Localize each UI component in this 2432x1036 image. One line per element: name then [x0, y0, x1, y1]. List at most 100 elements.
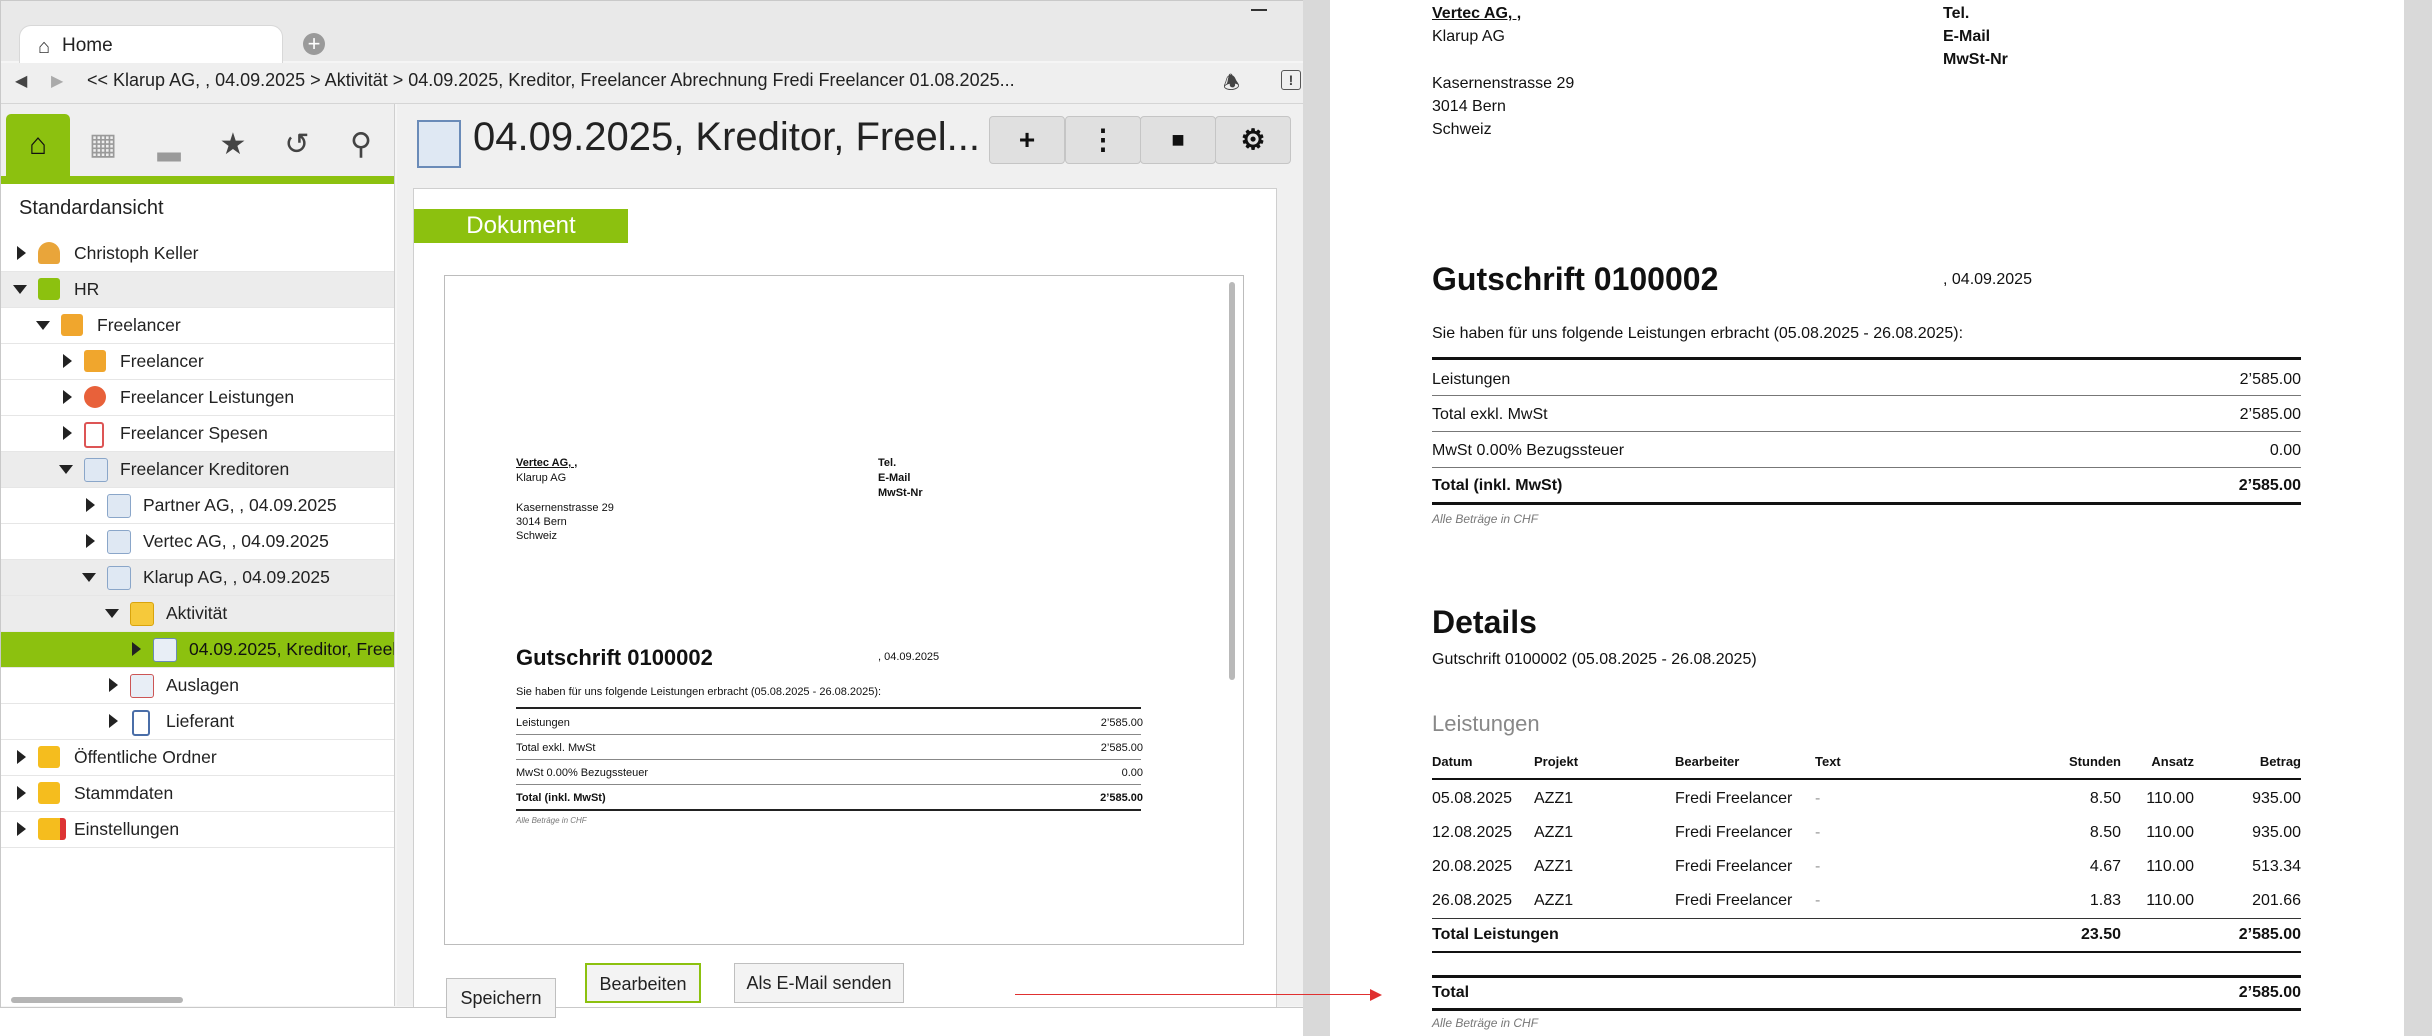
add-tab-icon[interactable]: +: [303, 33, 325, 55]
tree-item-aktivitaet[interactable]: Aktivität: [1, 596, 394, 632]
table-rule: [1432, 918, 2301, 919]
forward-arrow-icon[interactable]: ▶: [51, 71, 63, 91]
add-button[interactable]: +: [989, 116, 1065, 164]
save-button[interactable]: Speichern: [446, 978, 556, 1018]
bell-icon[interactable]: 🕭: [1223, 69, 1240, 101]
more-menu-icon[interactable]: ⋮: [1065, 116, 1141, 164]
collapse-icon[interactable]: [13, 285, 27, 294]
alert-icon[interactable]: !: [1281, 70, 1301, 90]
expand-icon[interactable]: [109, 678, 118, 692]
expand-icon[interactable]: [109, 714, 118, 728]
pv-rule: [516, 784, 1141, 785]
pv-summary-value: 2’585.00: [1100, 792, 1143, 804]
tree-item-hr[interactable]: HR: [1, 272, 394, 308]
tree-item-oeffentliche-ordner[interactable]: Öffentliche Ordner: [1, 740, 394, 776]
table-rule: [1432, 951, 2301, 953]
tree-item-klarup-ag[interactable]: Klarup AG, , 04.09.2025: [1, 560, 394, 596]
cell-rate: 110.00: [2146, 892, 2194, 909]
document-date: , 04.09.2025: [1943, 271, 2032, 288]
expand-icon[interactable]: [132, 642, 141, 656]
right-edge: [2404, 0, 2432, 1036]
collapse-icon[interactable]: [82, 573, 96, 582]
gear-icon[interactable]: ⚙: [1215, 116, 1291, 164]
tree-item-label: Klarup AG, , 04.09.2025: [143, 567, 330, 587]
horizontal-scrollbar[interactable]: [11, 997, 183, 1003]
preview-scrollbar[interactable]: [1229, 282, 1235, 680]
tree-item-stammdaten[interactable]: Stammdaten: [1, 776, 394, 812]
document-preview[interactable]: Vertec AG, , Klarup AG Kasernenstrasse 2…: [444, 275, 1244, 945]
tree-item-freelancer-leistungen[interactable]: Freelancer Leistungen: [1, 380, 394, 416]
cell-project: AZZ1: [1534, 892, 1574, 909]
expand-icon[interactable]: [63, 354, 72, 368]
tree-item-label: 04.09.2025, Kreditor, Freelancer Abrechn…: [189, 639, 394, 659]
tree-item-einstellungen[interactable]: Einstellungen: [1, 812, 394, 848]
cell-text: -: [1815, 858, 1821, 875]
col-project: Projekt: [1534, 754, 1579, 769]
receipt-icon: [84, 422, 104, 448]
expand-icon[interactable]: [86, 498, 95, 512]
tab-home[interactable]: ⌂ Home: [19, 25, 283, 66]
expand-icon[interactable]: [63, 426, 72, 440]
send-email-button[interactable]: Als E-Mail senden: [734, 963, 904, 1003]
expand-icon[interactable]: [17, 786, 26, 800]
cell-text: -: [1815, 892, 1821, 909]
summary-label: MwSt 0.00% Bezugssteuer: [1432, 442, 1625, 459]
collapse-icon[interactable]: [59, 465, 73, 474]
history-icon[interactable]: ↺: [265, 114, 329, 176]
tree-item-label: Auslagen: [166, 675, 239, 695]
cell-date: 12.08.2025: [1432, 824, 1513, 841]
document-heading: Gutschrift 0100002: [1432, 261, 1719, 297]
document-icon: [153, 638, 177, 662]
tree-item-freelancer-group[interactable]: Freelancer: [1, 308, 394, 344]
collapse-icon[interactable]: [36, 321, 50, 330]
tel-label: Tel.: [1943, 5, 1970, 22]
content-area: 04.09.2025, Kreditor, Freel... + ⋮ ■ ⚙ D…: [397, 104, 1303, 1007]
tree-item-label: Christoph Keller: [74, 243, 199, 263]
pv-summary-label: Leistungen: [516, 717, 570, 729]
tree-item-partner-ag[interactable]: Partner AG, , 04.09.2025: [1, 488, 394, 524]
cell-rate: 110.00: [2146, 824, 2194, 841]
minimize-icon[interactable]: [1251, 9, 1267, 11]
calendar-icon[interactable]: ▦: [71, 114, 135, 176]
tree-item-freelancer-spesen[interactable]: Freelancer Spesen: [1, 416, 394, 452]
tree-item-label: Stammdaten: [74, 783, 174, 803]
tree-item-selected-document[interactable]: 04.09.2025, Kreditor, Freelancer Abrechn…: [1, 632, 394, 668]
breadcrumb[interactable]: << Klarup AG, , 04.09.2025 > Aktivität >…: [87, 70, 1015, 91]
tree-item-auslagen[interactable]: Auslagen: [1, 668, 394, 704]
group-icon: [38, 278, 60, 300]
tree-item-vertec-ag[interactable]: Vertec AG, , 04.09.2025: [1, 524, 394, 560]
folder-icon: [38, 782, 60, 804]
expand-icon[interactable]: [17, 822, 26, 836]
col-text: Text: [1815, 754, 1841, 769]
edit-button[interactable]: Bearbeiten: [585, 963, 701, 1003]
cell-hours: 8.50: [2089, 790, 2121, 807]
tree-item-lieferant[interactable]: Lieferant: [1, 704, 394, 740]
star-icon[interactable]: ★: [201, 114, 265, 176]
total-services-label: Total Leistungen: [1432, 926, 1559, 943]
email-label: E-Mail: [1943, 28, 1991, 45]
folder-icon: [38, 746, 60, 768]
tree-item-christoph-keller[interactable]: Christoph Keller: [1, 236, 394, 272]
expand-icon[interactable]: [63, 390, 72, 404]
tree-item-label: Vertec AG, , 04.09.2025: [143, 531, 329, 551]
expand-icon[interactable]: [86, 534, 95, 548]
collapse-icon[interactable]: [105, 609, 119, 618]
tree-item-freelancer[interactable]: Freelancer: [1, 344, 394, 380]
tree-item-freelancer-kreditoren[interactable]: Freelancer Kreditoren: [1, 452, 394, 488]
expand-icon[interactable]: [17, 750, 26, 764]
tree-item-label: Öffentliche Ordner: [74, 747, 217, 767]
tree-item-label: Freelancer Kreditoren: [120, 459, 290, 479]
chart-icon[interactable]: ▂: [137, 114, 201, 176]
cell-text: -: [1815, 790, 1821, 807]
tree-item-label: Aktivität: [166, 603, 228, 623]
grand-total-label: Total: [1432, 984, 1470, 1001]
pv-summary-value: 0.00: [1121, 767, 1143, 779]
search-icon[interactable]: ⚲: [329, 114, 393, 176]
cell-text: -: [1815, 824, 1821, 841]
home-icon[interactable]: ⌂: [6, 114, 70, 176]
cell-project: AZZ1: [1534, 858, 1574, 875]
folder-button[interactable]: ■: [1140, 116, 1216, 164]
back-arrow-icon[interactable]: ◀: [15, 71, 27, 91]
expand-icon[interactable]: [17, 246, 26, 260]
pv-company: Klarup AG: [516, 472, 567, 484]
